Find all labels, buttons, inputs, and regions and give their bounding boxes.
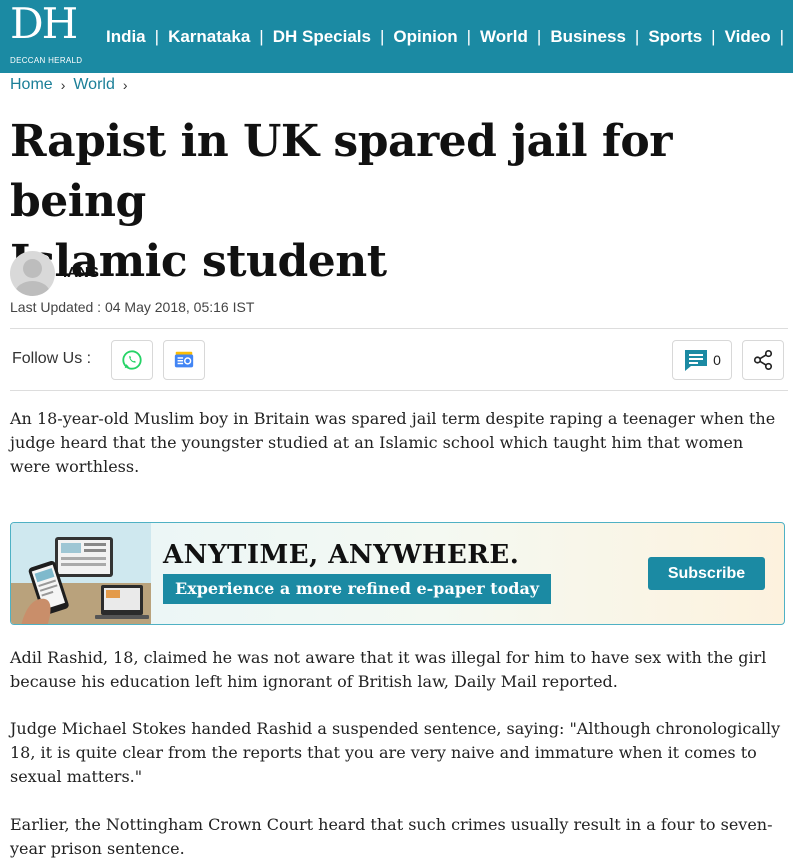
google-news-icon [174,351,194,368]
comments-button[interactable]: 0 [672,340,732,380]
nav-item-world[interactable]: World [480,27,528,47]
nav-item-karnataka[interactable]: Karnataka [168,27,250,47]
logo-mark: DH [10,0,78,48]
nav-separator: | [259,26,264,46]
whatsapp-button[interactable] [111,340,153,380]
whatsapp-icon [122,350,142,370]
nav-separator: | [379,26,385,46]
epaper-devices-illustration [11,523,151,624]
google-news-button[interactable] [163,340,205,380]
banner-tagline: Experience a more refined e-paper today [163,574,552,604]
site-logo[interactable]: DH DECCAN HERALD [0,0,93,73]
article-paragraph-3: Judge Michael Stokes handed Rashid a sus… [10,719,781,786]
avatar-body-shape [15,281,50,296]
divider-top [10,328,788,329]
main-nav: India | Karnataka | DH Specials | Opinio… [106,0,793,73]
logo-subtitle: DECCAN HERALD [10,56,83,65]
comment-count: 0 [713,352,721,368]
nav-separator: | [536,26,542,46]
nav-separator: | [154,26,160,46]
author-avatar[interactable] [10,251,55,296]
nav-item-video[interactable]: Video [725,27,771,47]
author-name[interactable]: IANS [63,264,99,281]
breadcrumb: Home › World › [10,75,136,95]
subscribe-button[interactable]: Subscribe [648,557,765,590]
article-paragraph-4: Earlier, the Nottingham Crown Court hear… [10,815,773,858]
article-paragraph-2: Adil Rashid, 18, claimed he was not awar… [10,648,767,691]
nav-item-india[interactable]: India [106,27,146,47]
follow-us-label: Follow Us : [12,350,92,367]
nav-separator: | [711,26,716,46]
banner-title: ANYTIME, ANYWHERE. [163,540,520,570]
nav-separator: | [634,26,640,46]
nav-separator: | [466,26,472,46]
breadcrumb-separator: › [60,77,66,93]
breadcrumb-home[interactable]: Home [10,76,53,94]
nav-item-dh-specials[interactable]: DH Specials [273,27,371,47]
nav-separator: | [779,26,784,46]
nav-item-sports[interactable]: Sports [648,27,702,47]
comment-icon [685,350,708,371]
share-button[interactable] [742,340,784,380]
share-icon [753,350,773,370]
avatar-head-shape [23,259,42,278]
article-paragraph-1: An 18-year-old Muslim boy in Britain was… [10,409,776,476]
breadcrumb-world[interactable]: World [73,76,115,94]
nav-item-opinion[interactable]: Opinion [393,27,457,47]
breadcrumb-separator: › [122,77,128,93]
headline-line-1: Rapist in UK spared jail for being [10,116,672,227]
nav-item-business[interactable]: Business [550,27,626,47]
top-navigation-bar: DH DECCAN HERALD India | Karnataka | DH … [0,0,793,73]
divider-bottom [10,390,788,391]
article-headline: Rapist in UK spared jail for being Islam… [10,112,710,292]
last-updated: Last Updated : 04 May 2018, 05:16 IST [10,299,255,315]
epaper-banner[interactable]: ANYTIME, ANYWHERE. Experience a more ref… [10,522,785,625]
